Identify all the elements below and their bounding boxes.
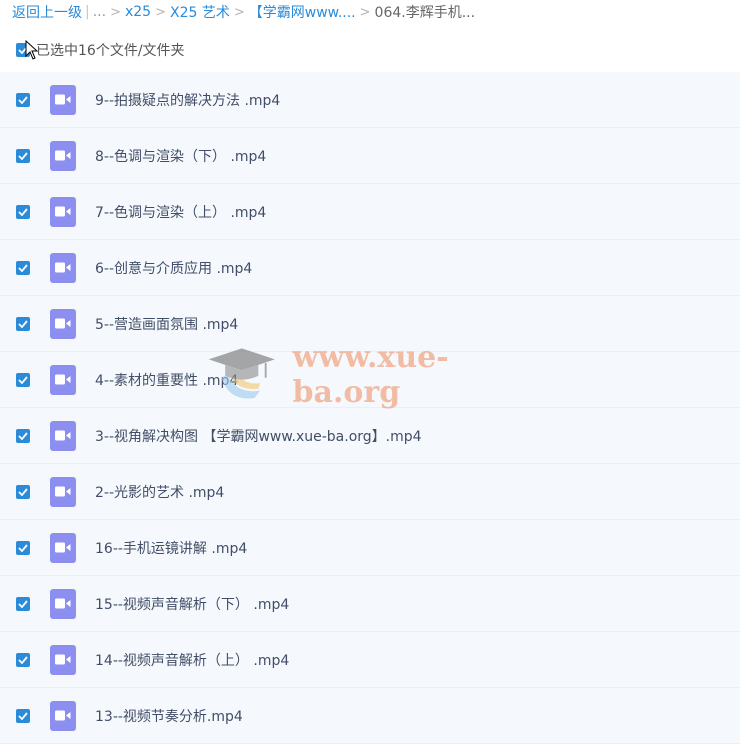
- file-name[interactable]: 3--视角解决构图 【学霸网www.xue-ba.org】.mp4: [95, 426, 422, 446]
- breadcrumb-divider: |: [85, 4, 90, 20]
- file-name[interactable]: 8--色调与渲染（下） .mp4: [95, 146, 266, 166]
- checkmark-icon: [18, 431, 28, 440]
- file-name[interactable]: 15--视频声音解析（下） .mp4: [95, 594, 289, 614]
- selection-count-label: 已选中16个文件/文件夹: [36, 43, 185, 59]
- breadcrumb-item-x25-art[interactable]: X25 艺术: [170, 2, 230, 22]
- file-name[interactable]: 4--素材的重要性 .mp4: [95, 370, 238, 390]
- file-checkbox[interactable]: [16, 708, 30, 723]
- video-file-icon: [50, 700, 76, 731]
- breadcrumb-item-x25[interactable]: x25: [125, 4, 151, 20]
- video-file-icon: [50, 532, 76, 563]
- video-file-icon: [50, 644, 76, 675]
- file-checkbox[interactable]: [16, 596, 30, 611]
- file-name[interactable]: 9--拍摄疑点的解决方法 .mp4: [95, 90, 280, 110]
- breadcrumb-current: 064.李辉手机...: [374, 5, 476, 21]
- breadcrumb-ellipsis[interactable]: ...: [93, 4, 106, 20]
- chevron-right-icon: >: [233, 4, 245, 20]
- selection-bar: 已选中16个文件/文件夹: [0, 37, 740, 63]
- file-checkbox[interactable]: [16, 92, 30, 107]
- mouse-pointer-icon: [25, 40, 39, 60]
- file-row[interactable]: 7--色调与渲染（上） .mp4: [0, 184, 740, 240]
- file-row[interactable]: 6--创意与介质应用 .mp4: [0, 240, 740, 296]
- checkmark-icon: [18, 95, 28, 104]
- file-list: 9--拍摄疑点的解决方法 .mp4 8--色调与渲染（下） .mp4 7--色调与渲…: [0, 72, 740, 744]
- video-file-icon: [50, 140, 76, 171]
- checkmark-icon: [18, 655, 28, 664]
- video-file-icon: [50, 476, 76, 507]
- video-file-icon: [50, 308, 76, 339]
- file-row[interactable]: 16--手机运镜讲解 .mp4: [0, 520, 740, 576]
- video-file-icon: [50, 420, 76, 451]
- file-row[interactable]: 14--视频声音解析（上） .mp4: [0, 632, 740, 688]
- file-row[interactable]: 8--色调与渲染（下） .mp4: [0, 128, 740, 184]
- chevron-right-icon: >: [110, 4, 121, 20]
- checkmark-icon: [18, 599, 28, 608]
- back-link[interactable]: 返回上一级: [12, 2, 82, 22]
- chevron-right-icon: >: [359, 4, 371, 20]
- checkmark-icon: [18, 711, 28, 720]
- file-checkbox[interactable]: [16, 148, 30, 163]
- video-file-icon: [50, 252, 76, 283]
- file-name[interactable]: 5--营造画面氛围 .mp4: [95, 314, 238, 334]
- file-checkbox[interactable]: [16, 428, 30, 443]
- file-name[interactable]: 7--色调与渲染（上） .mp4: [95, 202, 266, 222]
- file-row[interactable]: 13--视频节奏分析.mp4: [0, 688, 740, 744]
- checkmark-icon: [18, 319, 28, 328]
- checkmark-icon: [18, 207, 28, 216]
- file-row[interactable]: 4--素材的重要性 .mp4: [0, 352, 740, 408]
- video-file-icon: [50, 196, 76, 227]
- file-checkbox[interactable]: [16, 372, 30, 387]
- video-file-icon: [50, 84, 76, 115]
- file-checkbox[interactable]: [16, 316, 30, 331]
- video-file-icon: [50, 364, 76, 395]
- file-name[interactable]: 2--光影的艺术 .mp4: [95, 482, 224, 502]
- file-name[interactable]: 6--创意与介质应用 .mp4: [95, 258, 252, 278]
- file-checkbox[interactable]: [16, 540, 30, 555]
- file-row[interactable]: 15--视频声音解析（下） .mp4: [0, 576, 740, 632]
- checkmark-icon: [18, 375, 28, 384]
- file-row[interactable]: 3--视角解决构图 【学霸网www.xue-ba.org】.mp4: [0, 408, 740, 464]
- checkmark-icon: [18, 543, 28, 552]
- file-name[interactable]: 16--手机运镜讲解 .mp4: [95, 538, 247, 558]
- breadcrumb-item-xueba[interactable]: 【学霸网www....: [249, 2, 356, 22]
- checkmark-icon: [18, 487, 28, 496]
- breadcrumb: 返回上一级 | ... > x25 > X25 艺术 > 【学霸网www....…: [12, 0, 475, 24]
- file-row[interactable]: 9--拍摄疑点的解决方法 .mp4: [0, 72, 740, 128]
- checkmark-icon: [18, 151, 28, 160]
- file-row[interactable]: 5--营造画面氛围 .mp4: [0, 296, 740, 352]
- chevron-right-icon: >: [155, 4, 166, 20]
- checkmark-icon: [18, 263, 28, 272]
- file-checkbox[interactable]: [16, 204, 30, 219]
- file-row[interactable]: 2--光影的艺术 .mp4: [0, 464, 740, 520]
- file-name[interactable]: 14--视频声音解析（上） .mp4: [95, 650, 289, 670]
- file-checkbox[interactable]: [16, 652, 30, 667]
- file-checkbox[interactable]: [16, 260, 30, 275]
- file-checkbox[interactable]: [16, 484, 30, 499]
- video-file-icon: [50, 588, 76, 619]
- file-name[interactable]: 13--视频节奏分析.mp4: [95, 706, 243, 726]
